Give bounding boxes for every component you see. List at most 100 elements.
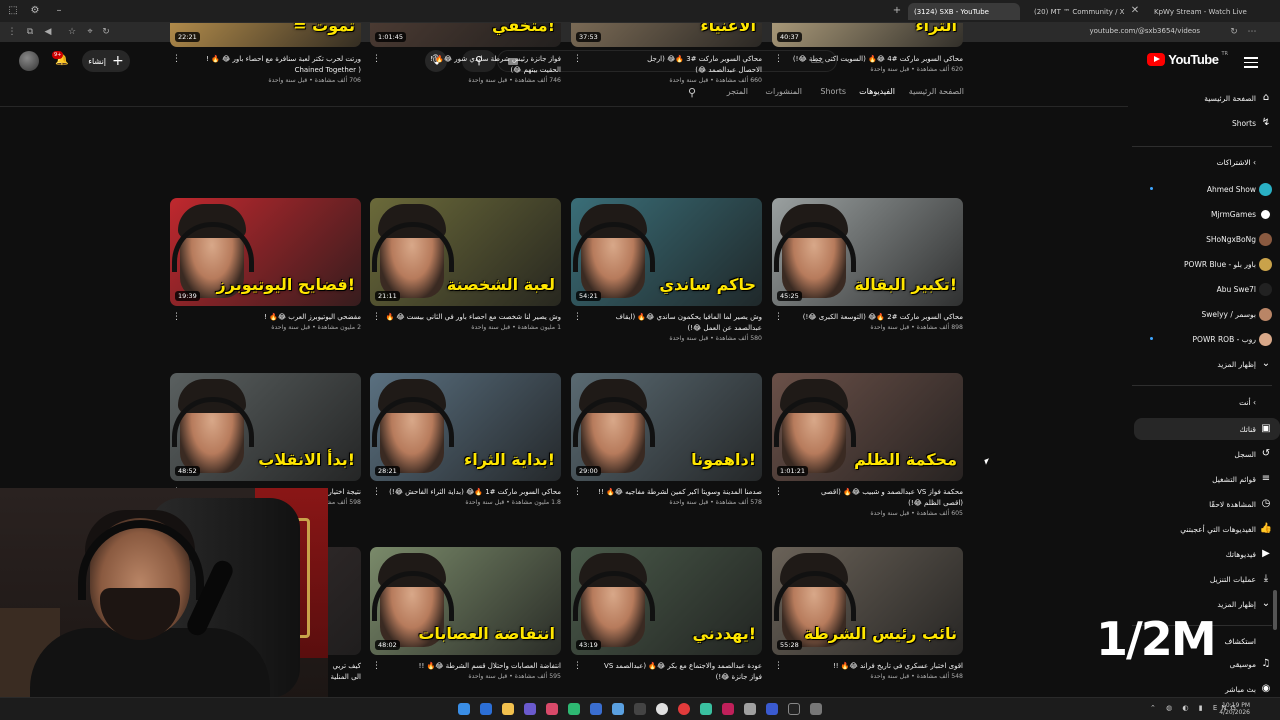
refresh-icon[interactable]: ↻ xyxy=(1228,26,1240,38)
video-title[interactable]: عودة عبدالصمد والاجتماع مع بكر 😂🔥 (عبدال… xyxy=(580,661,762,672)
video-thumbnail[interactable]: فضايح اليوتيوبرز! 19:39 xyxy=(170,198,361,306)
tabs-icon[interactable]: ⧉ xyxy=(24,26,36,38)
more-options-icon[interactable]: ⋮ xyxy=(573,55,582,64)
video-title-line2[interactable]: فواز جانزة 😂!) xyxy=(580,672,762,683)
video-title-line2[interactable]: الحقيت بيتهم 😂) xyxy=(379,65,561,76)
extensions-icon[interactable]: ⋯ xyxy=(1246,26,1258,38)
star-icon[interactable]: ☆ xyxy=(66,26,78,38)
sidebar-item-your-videos[interactable]: فيديوهاتك ▶ xyxy=(1134,543,1280,565)
app-icon[interactable] xyxy=(744,703,756,715)
reload-icon[interactable]: ↻ xyxy=(100,26,112,38)
folder-icon[interactable] xyxy=(502,703,514,715)
video-thumbnail[interactable]: بداية الثراء! 28:21 xyxy=(370,373,561,481)
video-title[interactable]: محاكي السوبر ماركت #1 🔥😂 (بداية الثراء ا… xyxy=(379,487,561,498)
url-field[interactable]: youtube.com/@sxb3654/videos xyxy=(1090,27,1201,35)
sidebar-toggle-icon[interactable]: ⋮ xyxy=(6,26,18,38)
app-icon[interactable] xyxy=(546,703,558,715)
app-icon[interactable] xyxy=(590,703,602,715)
video-title-line2[interactable]: الاحصال عبدالصمد 😂) xyxy=(580,65,762,76)
menu-icon[interactable] xyxy=(1244,54,1258,68)
sidebar-item-subscription[interactable]: Ahmed Show xyxy=(1134,178,1280,200)
browser-tab-kick[interactable]: KpWy Stream - Watch Live on xyxy=(1148,3,1248,20)
more-options-icon[interactable]: ⋮ xyxy=(573,662,582,671)
app-icon[interactable] xyxy=(788,703,800,715)
video-title[interactable]: محاكي السوبر ماركت #4 😂🔥 (السويت اكتى خط… xyxy=(781,54,963,65)
more-options-icon[interactable]: ⋮ xyxy=(372,313,381,322)
pin-icon[interactable]: ⌖ xyxy=(84,26,96,38)
chrome-icon[interactable] xyxy=(656,703,668,715)
video-title-line2[interactable]: (اقصى الظلم 😂!) xyxy=(781,498,963,509)
video-thumbnail[interactable]: يهددني! 43:19 xyxy=(571,547,762,655)
video-thumbnail[interactable]: = تموت 22:21 xyxy=(170,23,361,47)
tab-videos[interactable]: الفيديوهات xyxy=(859,87,895,96)
video-title-line2[interactable]: عبدالصمد عن العمل 😂!) xyxy=(580,323,762,334)
more-options-icon[interactable]: ⋮ xyxy=(573,488,582,497)
video-title[interactable]: صدمنا المدينة وسويتا اكبر كمين لشرطة مفا… xyxy=(580,487,762,498)
browser-tab-x[interactable]: (20) MT ™ Community / X xyxy=(1028,3,1128,20)
settings-icon[interactable]: ⚙ xyxy=(28,4,42,18)
app-icon[interactable] xyxy=(634,703,646,715)
youtube-logo[interactable]: YouTube TR xyxy=(1147,51,1228,67)
clock[interactable]: 10:19 PM 4/20/2026 xyxy=(1219,702,1250,716)
app-icon[interactable] xyxy=(568,703,580,715)
video-thumbnail[interactable]: محكمة الظلم 1:01:21 xyxy=(772,373,963,481)
video-title[interactable]: محكمة فواز VS عبدالصمد و شبيب 😂🔥 (اقصى xyxy=(781,487,963,498)
more-options-icon[interactable]: ⋮ xyxy=(573,313,582,322)
video-thumbnail[interactable]: بدأ الانقلاب! 48:52 xyxy=(170,373,361,481)
app-icon[interactable] xyxy=(612,703,624,715)
channel-search-icon[interactable]: ⚲ xyxy=(688,86,696,99)
video-thumbnail[interactable]: لعبة الشخصنة 21:11 xyxy=(370,198,561,306)
tab-posts[interactable]: المنشورات xyxy=(765,87,802,96)
tab-home[interactable]: الصفحة الرئيسية xyxy=(909,87,964,96)
video-title-line2[interactable]: ( Chained Together xyxy=(179,65,361,76)
account-avatar[interactable] xyxy=(19,51,39,71)
browser-menu-icon[interactable]: ⬚ xyxy=(6,4,20,18)
more-options-icon[interactable]: ⋮ xyxy=(372,55,381,64)
more-options-icon[interactable]: ⋮ xyxy=(172,55,181,64)
browser-tab-youtube[interactable]: (3124) SXB - YouTube xyxy=(908,3,1020,20)
video-thumbnail[interactable]: انتفاضة العصابات 48:02 xyxy=(370,547,561,655)
app-icon[interactable] xyxy=(480,703,492,715)
new-tab-icon[interactable]: + xyxy=(890,4,904,18)
sidebar-item-subscription[interactable]: MjrmGames xyxy=(1134,203,1280,225)
subscriptions-heading[interactable]: الاشتراكات ‹ xyxy=(1217,158,1256,167)
tab-store[interactable]: المتجر xyxy=(727,87,748,96)
sidebar-item-subscription[interactable]: SHoNgxBoNg xyxy=(1134,228,1280,250)
app-icon[interactable] xyxy=(766,703,778,715)
video-title[interactable]: ورتت لحرب تكتر لعبة سنافرة مع احصاء باور… xyxy=(179,54,361,65)
more-options-icon[interactable]: ⋮ xyxy=(774,488,783,497)
start-icon[interactable] xyxy=(458,703,470,715)
app-icon[interactable] xyxy=(722,703,734,715)
video-thumbnail[interactable]: متخفي! 1:01:45 xyxy=(370,23,561,47)
more-options-icon[interactable]: ⋮ xyxy=(372,488,381,497)
sidebar-item-liked-videos[interactable]: الفيديوهات التي أعجبتني 👍 xyxy=(1134,518,1280,540)
video-title[interactable]: محاكي السوبر ماركت #2 🔥😂 (التوسعة الكبرى… xyxy=(781,312,963,323)
video-thumbnail[interactable]: تكبير البقالة! 45:25 xyxy=(772,198,963,306)
sidebar-item-downloads[interactable]: عمليات التنزيل ⤓ xyxy=(1134,568,1280,590)
more-options-icon[interactable]: ⋮ xyxy=(774,55,783,64)
opera-icon[interactable] xyxy=(678,703,690,715)
more-options-icon[interactable]: ⋮ xyxy=(172,313,181,322)
sidebar-item-subscription[interactable]: Swelyy / بوسمر xyxy=(1134,303,1280,325)
video-thumbnail[interactable]: الأغنياء 37:53 xyxy=(571,23,762,47)
sidebar-item-subscription[interactable]: POWR Blue - باور بلو xyxy=(1134,253,1280,275)
sidebar-item-playlists[interactable]: قوائم التشغيل ≡ xyxy=(1134,468,1280,490)
sidebar-show-more[interactable]: إظهار المزيد ⌄ xyxy=(1134,353,1280,375)
sidebar-item-your-channel[interactable]: قناتك ▣ xyxy=(1134,418,1280,440)
create-button[interactable]: إنشاء + xyxy=(82,50,130,72)
tab-shorts[interactable]: Shorts xyxy=(820,87,846,96)
sidebar-scrollbar[interactable] xyxy=(1273,590,1277,630)
video-thumbnail[interactable]: حاكم ساندي 54:21 xyxy=(571,198,762,306)
notifications-button[interactable]: 🔔 9+ xyxy=(52,51,70,69)
sidebar-item-subscription[interactable]: POWR ROB - روب xyxy=(1134,328,1280,350)
video-title[interactable]: انتفاضة العصابات واحتلال قسم الشرطة 😂🔥 !… xyxy=(379,661,561,672)
video-title[interactable]: وش يصير لنا شخصت مع احصاء باور في الثاني… xyxy=(379,312,561,323)
minimize-icon[interactable]: – xyxy=(52,4,66,18)
sidebar-item-home[interactable]: الصفحة الرئيسية ⌂ xyxy=(1134,87,1280,109)
video-title[interactable]: فواز جانزة رئيس شرطة ساندي شور 😂🔥 ! xyxy=(379,54,561,65)
more-options-icon[interactable]: ⋮ xyxy=(372,662,381,671)
sidebar-item-subscription[interactable]: Abu Swe7l xyxy=(1134,278,1280,300)
more-options-icon[interactable]: ⋮ xyxy=(774,313,783,322)
video-title[interactable]: محاكي السوبر ماركت #3 🔥😂 (ارجل xyxy=(580,54,762,65)
app-icon[interactable] xyxy=(524,703,536,715)
